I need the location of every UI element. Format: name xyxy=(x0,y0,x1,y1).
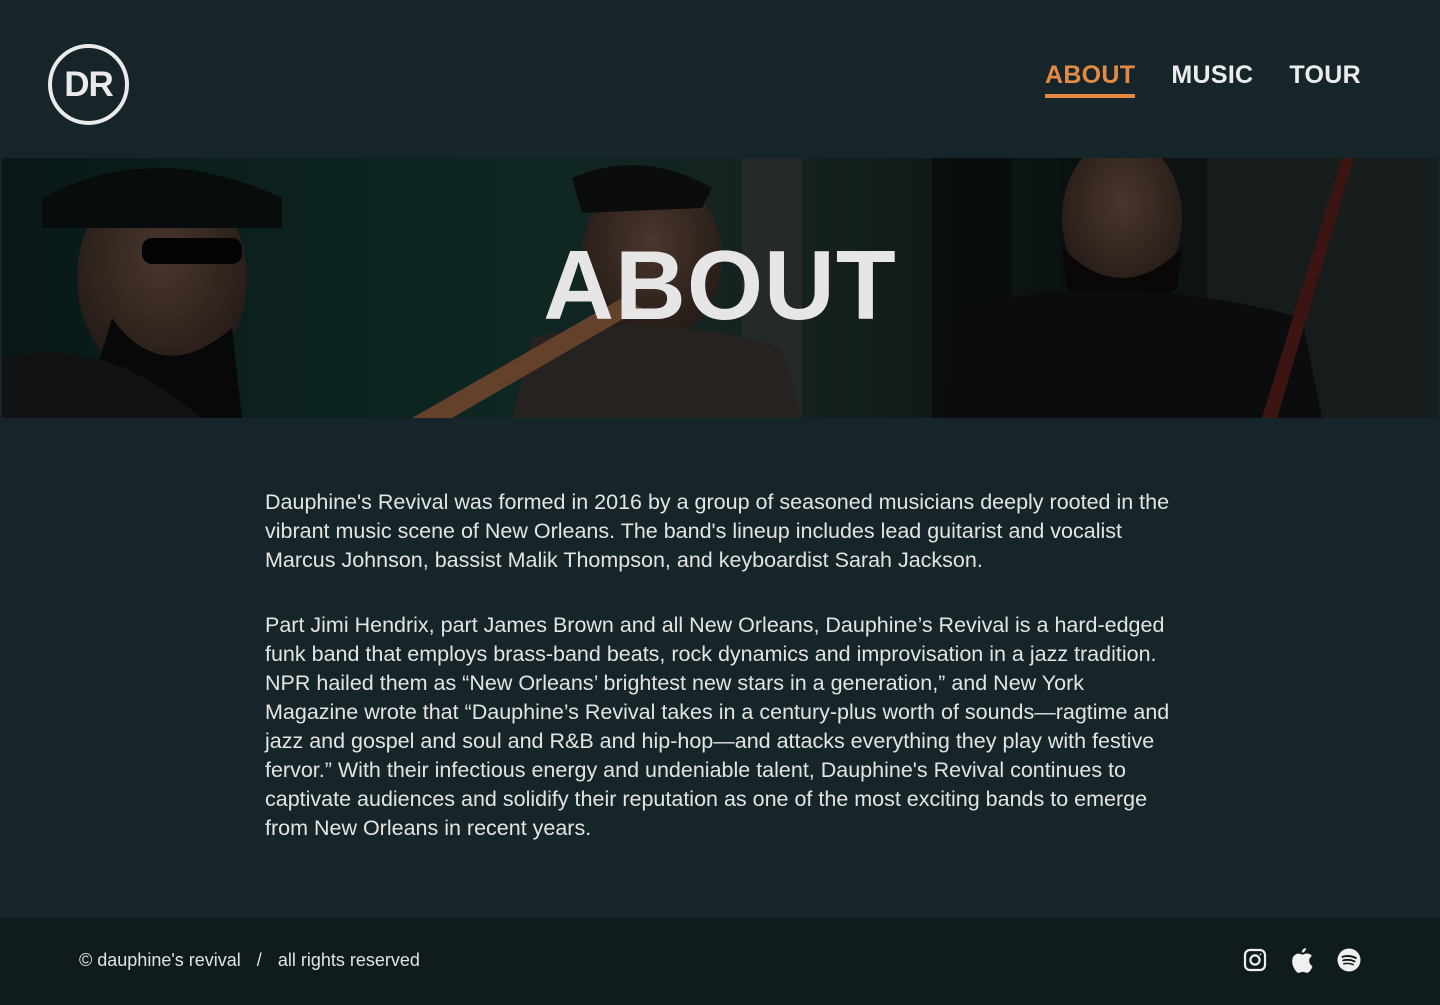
spotify-icon[interactable] xyxy=(1337,947,1361,973)
instagram-icon[interactable] xyxy=(1243,947,1267,973)
about-content: Dauphine's Revival was formed in 2016 by… xyxy=(265,488,1180,879)
copyright: © dauphine's revival / all rights reserv… xyxy=(79,950,420,971)
social-links xyxy=(1243,947,1361,973)
logo[interactable]: DR xyxy=(48,44,129,125)
nav-item-music[interactable]: MUSIC xyxy=(1171,60,1253,94)
page-title: ABOUT xyxy=(543,230,897,340)
about-paragraph: Part Jimi Hendrix, part James Brown and … xyxy=(265,613,1170,840)
hero-banner: ABOUT xyxy=(2,158,1438,418)
main-nav: ABOUT MUSIC TOUR xyxy=(1044,60,1361,98)
site-footer: © dauphine's revival / all rights reserv… xyxy=(0,918,1440,1005)
apple-icon[interactable] xyxy=(1290,947,1314,973)
logo-text: DR xyxy=(64,64,114,104)
site-header: DR ABOUT MUSIC TOUR xyxy=(0,0,1440,158)
copyright-text: © dauphine's revival xyxy=(79,950,241,970)
rights-text: all rights reserved xyxy=(277,950,420,970)
nav-item-about[interactable]: ABOUT xyxy=(1044,60,1136,98)
separator: / xyxy=(256,950,262,970)
about-paragraph: Dauphine's Revival was formed in 2016 by… xyxy=(265,490,1170,572)
nav-item-tour[interactable]: TOUR xyxy=(1289,60,1361,94)
